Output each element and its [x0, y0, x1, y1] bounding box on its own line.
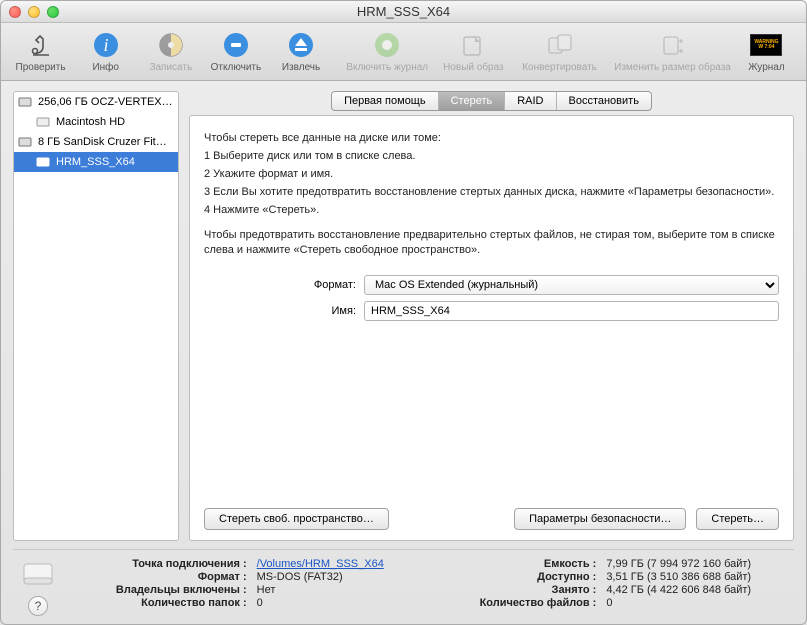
instr-step1: 1 Выберите диск или том в списке слева.: [204, 149, 779, 164]
instr-intro: Чтобы стереть все данные на диске или то…: [204, 131, 779, 146]
security-options-button[interactable]: Параметры безопасности…: [514, 508, 686, 530]
new-image-button: Новый образ: [442, 27, 505, 73]
sidebar-item-volume-selected[interactable]: HRM_SSS_X64: [14, 152, 178, 172]
journal-on-icon: [371, 29, 403, 61]
resize-image-button: Изменить размер образа: [614, 27, 731, 73]
new-image-icon: [457, 29, 489, 61]
files-value: 0: [606, 597, 794, 609]
format-value: MS-DOS (FAT32): [257, 571, 427, 583]
convert-icon: [544, 29, 576, 61]
main-row: 256,06 ГБ OCZ-VERTEX… Macintosh HD 8 ГБ …: [13, 91, 794, 541]
erase-button[interactable]: Стереть…: [696, 508, 779, 530]
segmented-control: Первая помощь Стереть RAID Восстановить: [331, 91, 652, 111]
capacity-key: Емкость :: [437, 558, 597, 570]
verify-button[interactable]: Проверить: [9, 27, 72, 73]
info-icon: i: [90, 29, 122, 61]
mount-key: Точка подключения :: [73, 558, 247, 570]
files-key: Количество файлов :: [437, 597, 597, 609]
verify-label: Проверить: [16, 62, 66, 73]
used-key: Занято :: [437, 584, 597, 596]
name-row: Имя:: [204, 301, 779, 321]
capacity-value: 7,99 ГБ (7 994 972 160 байт): [606, 558, 794, 570]
instr-note: Чтобы предотвратить восстановление предв…: [204, 228, 779, 258]
volume-large-icon: [22, 558, 54, 590]
enable-journal-button: Включить журнал: [335, 27, 440, 73]
folders-key: Количество папок :: [73, 597, 247, 609]
name-input[interactable]: [364, 301, 779, 321]
journal-label: Журнал: [748, 62, 785, 73]
convert-button: Конвертировать: [507, 27, 612, 73]
tab-restore[interactable]: Восстановить: [557, 92, 651, 110]
instr-step3: 3 Если Вы хотите предотвратить восстанов…: [204, 185, 779, 200]
mount-value: /Volumes/HRM_SSS_X64: [257, 558, 427, 570]
info-label: Инфо: [92, 62, 119, 73]
format-label: Формат:: [204, 279, 364, 291]
journal-on-label: Включить журнал: [346, 62, 428, 73]
instr-step2: 2 Укажите формат и имя.: [204, 167, 779, 182]
eject-button[interactable]: Извлечь: [270, 27, 333, 73]
folders-value: 0: [257, 597, 427, 609]
erase-panel: Чтобы стереть все данные на диске или то…: [189, 115, 794, 541]
footer-grid: Точка подключения : /Volumes/HRM_SSS_X64…: [73, 558, 794, 609]
external-disk-icon: [18, 135, 32, 149]
info-button[interactable]: i Инфо: [74, 27, 137, 73]
body: 256,06 ГБ OCZ-VERTEX… Macintosh HD 8 ГБ …: [1, 81, 806, 624]
resize-label: Изменить размер образа: [614, 62, 731, 73]
window-title: HRM_SSS_X64: [1, 4, 806, 19]
sidebar-item-label: 8 ГБ SanDisk Cruzer Fit…: [38, 134, 167, 150]
journal-icon: WARNINGW 7:04: [750, 29, 782, 61]
help-button[interactable]: ?: [28, 596, 48, 616]
avail-value: 3,51 ГБ (3 510 386 688 байт): [606, 571, 794, 583]
owners-value: Нет: [257, 584, 427, 596]
tab-first-aid[interactable]: Первая помощь: [332, 92, 439, 110]
titlebar[interactable]: HRM_SSS_X64: [1, 1, 806, 23]
footer-info: ? Точка подключения : /Volumes/HRM_SSS_X…: [13, 549, 794, 616]
sidebar-item-volume[interactable]: Macintosh HD: [14, 112, 178, 132]
device-sidebar[interactable]: 256,06 ГБ OCZ-VERTEX… Macintosh HD 8 ГБ …: [13, 91, 179, 541]
volume-icon: [36, 155, 50, 169]
tab-erase[interactable]: Стереть: [439, 92, 506, 110]
content-area: Первая помощь Стереть RAID Восстановить …: [189, 91, 794, 541]
erase-free-space-button[interactable]: Стереть своб. пространство…: [204, 508, 389, 530]
mount-link[interactable]: /Volumes/HRM_SSS_X64: [257, 558, 384, 570]
unmount-label: Отключить: [211, 62, 262, 73]
svg-text:i: i: [103, 35, 108, 55]
format-row: Формат: Mac OS Extended (журнальный): [204, 275, 779, 295]
burn-label: Записать: [149, 62, 192, 73]
internal-disk-icon: [18, 95, 32, 109]
resize-icon: [657, 29, 689, 61]
sidebar-item-label: HRM_SSS_X64: [56, 154, 135, 170]
unmount-icon: [220, 29, 252, 61]
panel-buttons: Стереть своб. пространство… Параметры бе…: [204, 488, 779, 530]
instructions: Чтобы стереть все данные на диске или то…: [204, 128, 779, 261]
sidebar-item-disk[interactable]: 8 ГБ SanDisk Cruzer Fit…: [14, 132, 178, 152]
burn-button: Записать: [139, 27, 202, 73]
sidebar-item-label: 256,06 ГБ OCZ-VERTEX…: [38, 94, 173, 110]
tab-raid[interactable]: RAID: [505, 92, 556, 110]
used-value: 4,42 ГБ (4 422 606 848 байт): [606, 584, 794, 596]
journal-button[interactable]: WARNINGW 7:04 Журнал: [735, 27, 798, 73]
eject-icon: [285, 29, 317, 61]
owners-key: Владельцы включены :: [73, 584, 247, 596]
sidebar-item-label: Macintosh HD: [56, 114, 125, 130]
eject-label: Извлечь: [282, 62, 320, 73]
burn-icon: [155, 29, 187, 61]
sidebar-item-disk[interactable]: 256,06 ГБ OCZ-VERTEX…: [14, 92, 178, 112]
format-select[interactable]: Mac OS Extended (журнальный): [364, 275, 779, 295]
unmount-button[interactable]: Отключить: [204, 27, 267, 73]
volume-icon: [36, 115, 50, 129]
footer-left: ?: [13, 558, 63, 616]
avail-key: Доступно :: [437, 571, 597, 583]
name-label: Имя:: [204, 305, 364, 317]
disk-utility-window: HRM_SSS_X64 Проверить i Инфо Записать От…: [0, 0, 807, 625]
convert-label: Конвертировать: [522, 62, 597, 73]
format-key: Формат :: [73, 571, 247, 583]
microscope-icon: [25, 29, 57, 61]
tab-bar: Первая помощь Стереть RAID Восстановить: [189, 91, 794, 111]
new-image-label: Новый образ: [443, 62, 504, 73]
instr-step4: 4 Нажмите «Стереть».: [204, 203, 779, 218]
toolbar: Проверить i Инфо Записать Отключить Извл…: [1, 23, 806, 81]
